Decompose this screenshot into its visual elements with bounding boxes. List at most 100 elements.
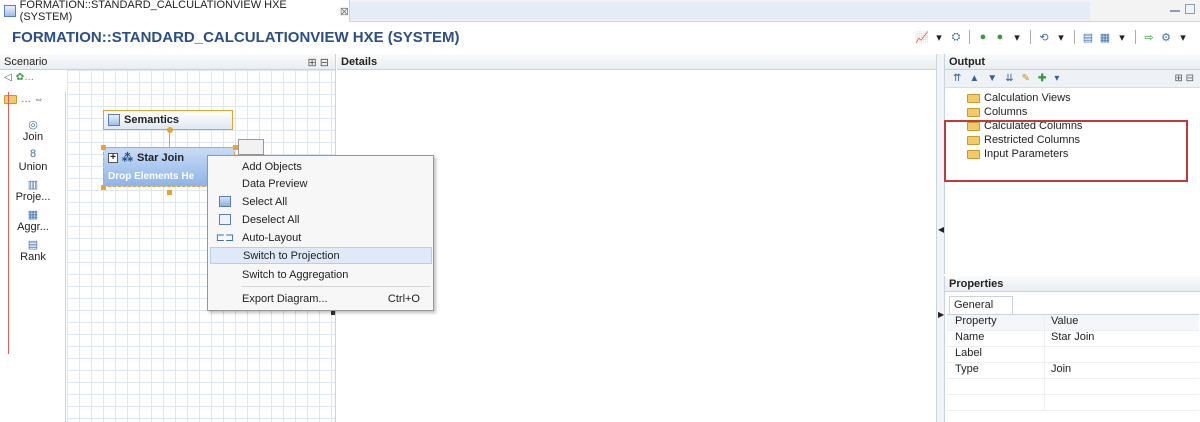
toolbar-separator [969,30,970,44]
palette-more-icon[interactable]: … ⇔ [21,94,44,105]
export-icon[interactable]: ⇨ [1142,30,1156,44]
auto-layout-icon: ⊏⊐ [215,232,235,244]
palette-tool-icon[interactable]: ✿… [16,72,34,86]
menu-item-switch-to-projection[interactable]: Switch to Projection [210,247,432,264]
scenario-header: Scenario ⊞ ⊟ [0,54,335,70]
toolbar-separator [1030,30,1031,44]
history-icon[interactable]: ⟲ [1037,30,1051,44]
union-icon: 8 [29,148,37,160]
move-bottom-icon[interactable]: ⇊ [1005,73,1013,84]
toolbar-separator [1135,30,1136,44]
semantics-connector [167,127,173,133]
minimize-icon[interactable] [1170,4,1180,12]
tree-item[interactable]: Calculation Views [945,91,1200,105]
property-name: Name [947,331,1045,346]
sash[interactable] [937,54,944,422]
activate-icon[interactable]: ● [993,30,1007,44]
output-toolbar: ⇈ ▲ ▼ ⇊ ✎ ✚ ▾ ⊞ ⊟ [945,70,1200,88]
dropdown-arrow-icon[interactable]: ▾ [1176,30,1190,44]
property-name: Type [947,363,1045,378]
dropdown-arrow-icon[interactable]: ▾ [1054,73,1059,84]
folder-icon [4,95,17,104]
palette-item-projection[interactable]: ▥ Proje... [0,177,66,204]
tool-palette: … ⇔ ◎ Join 8 Union ▥ Proje... ▦ Aggr... ▤ Rank [0,92,66,422]
table-row [947,395,1199,411]
menu-item-select-all[interactable]: Select All [210,193,432,210]
layout-icon[interactable]: ▦ [1098,30,1112,44]
palette-item-label: Aggr... [17,221,49,233]
select-all-icon [219,196,231,207]
table-row[interactable]: Type Join [947,363,1199,379]
table-row [947,379,1199,395]
palette-item-join[interactable]: ◎ Join [0,117,66,144]
palette-nav: ◁ ✿… [4,72,64,86]
table-row[interactable]: Name Star Join [947,331,1199,347]
properties-label: Properties [949,278,1004,290]
add-icon[interactable]: ✚ [1038,73,1046,84]
node-popup-tab[interactable] [238,139,264,155]
dropdown-arrow-icon[interactable]: ▾ [932,30,946,44]
selection-handle[interactable] [101,145,106,150]
context-menu: Add Objects Data Preview Select All Dese… [207,155,434,311]
properties-header-row: Property Value [947,315,1199,331]
selection-handle[interactable] [167,190,172,195]
editor-tab-title: FORMATION::STANDARD_CALCULATIONVIEW HXE … [19,0,287,23]
output-label: Output [949,56,986,68]
edit-icon[interactable]: ✎ [1022,73,1030,84]
menu-item-auto-layout[interactable]: ⊏⊐ Auto-Layout [210,229,432,246]
tab-close-icon[interactable]: ⊠ [340,5,349,18]
selection-handle[interactable] [101,185,106,190]
tree-item[interactable]: Columns [945,105,1200,119]
properties-pane: Properties General Property Value Name St… [944,276,1200,422]
palette-item-label: Union [18,161,48,173]
validate-icon[interactable]: ● [976,30,990,44]
toolbar-separator [1074,30,1075,44]
aggregation-icon: ▦ [27,208,39,221]
menu-item-export-diagram[interactable]: Export Diagram... Ctrl+O [210,290,432,307]
column-header-value: Value [1051,315,1079,327]
folder-icon [967,93,980,103]
expand-icon[interactable]: + [108,152,118,163]
rank-icon: ▤ [27,238,39,251]
move-down-icon[interactable]: ▼ [987,73,997,84]
palette-edge [8,92,9,354]
palette-item-rank[interactable]: ▤ Rank [0,237,66,264]
back-arrow-icon[interactable]: ◁ [4,72,12,86]
dropdown-arrow-icon[interactable]: ▾ [1010,30,1024,44]
menu-item-deselect-all[interactable]: Deselect All [210,211,432,228]
semantics-label: Semantics [124,114,180,126]
tree-item-label: Columns [984,106,1028,118]
palette-item-label: Join [22,131,44,143]
editor-tab[interactable]: FORMATION::STANDARD_CALCULATIONVIEW HXE … [0,0,350,23]
details-label: Details [341,56,378,68]
dropdown-arrow-icon[interactable]: ▾ [1115,30,1129,44]
move-top-icon[interactable]: ⇈ [953,73,961,84]
menu-shortcut: Ctrl+O [387,292,420,305]
property-name: Label [947,347,1045,362]
settings-icon[interactable]: ⚙ [1159,30,1173,44]
find-icon[interactable]: ⛭ [949,30,963,44]
palette-item-union[interactable]: 8 Union [0,147,66,173]
menu-item-data-preview[interactable]: Data Preview [210,175,432,192]
move-up-icon[interactable]: ▲ [969,73,979,84]
chart-icon[interactable]: 📈 [915,30,929,44]
table-row[interactable]: Label [947,347,1199,363]
tab-strip [350,2,1090,20]
property-value: Join [1051,363,1072,375]
deselect-all-icon [219,214,231,225]
tab-general[interactable]: General [949,296,1013,314]
expand-collapse-icon[interactable]: ⊞ ⊟ [1174,73,1194,84]
calculation-view-icon [4,5,16,17]
folder-icon [967,107,980,117]
collapse-arrow-icon[interactable]: ▶ [938,310,944,319]
palette-item-aggregation[interactable]: ▦ Aggr... [0,207,66,234]
menu-item-add-objects[interactable]: Add Objects [210,158,432,175]
highlight-annotation [944,120,1188,182]
star-join-icon: ⁂ [122,152,133,164]
dropdown-arrow-icon[interactable]: ▾ [1054,30,1068,44]
expand-collapse-icon[interactable]: ⊞ ⊟ [308,56,330,69]
menu-item-switch-to-aggregation[interactable]: Switch to Aggregation [210,266,432,283]
editor-header: FORMATION::STANDARD_CALCULATIONVIEW HXE … [0,26,1200,52]
document-icon[interactable]: ▤ [1081,30,1095,44]
maximize-icon[interactable] [1185,4,1195,14]
